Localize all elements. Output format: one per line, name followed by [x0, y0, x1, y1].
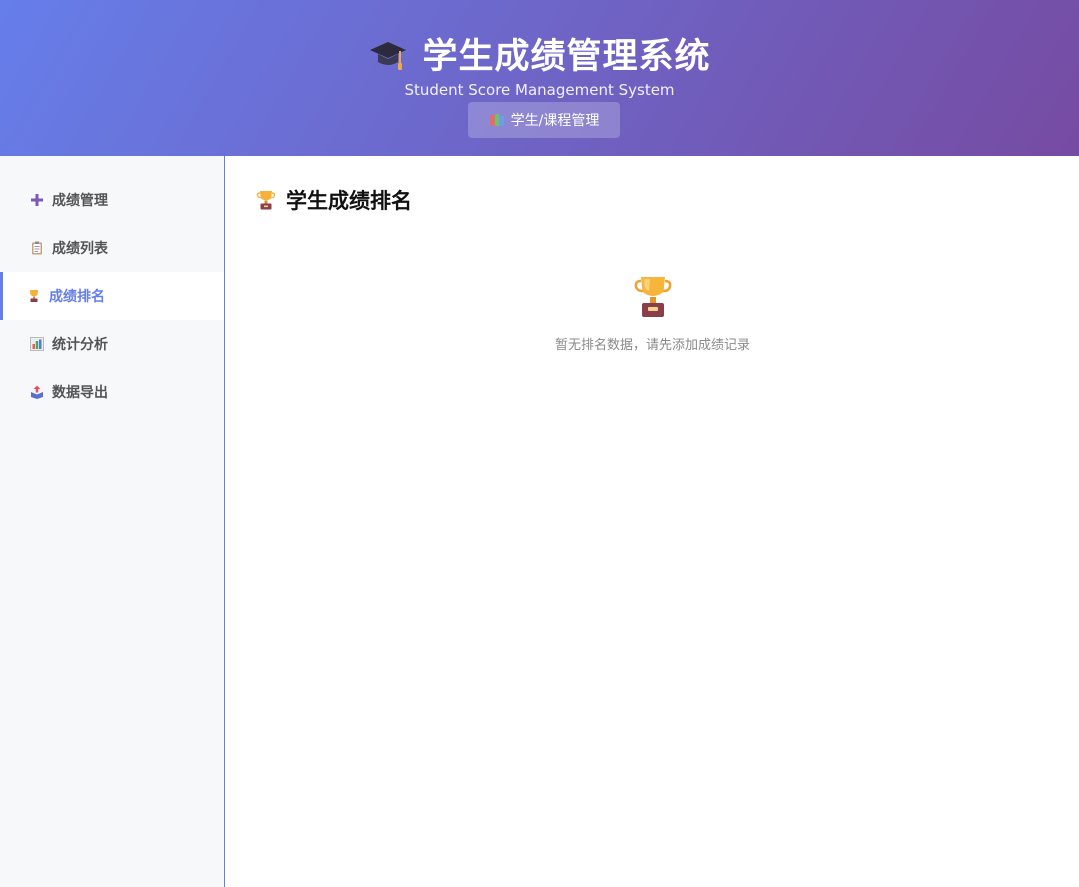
page-title-row: 学生成绩排名	[256, 185, 412, 215]
sidebar: 成绩管理 成绩列表 成绩排名 统计分析 数据导出	[0, 156, 225, 887]
page-title: 学生成绩排名	[286, 189, 412, 213]
sidebar-item-statistics[interactable]: 统计分析	[0, 320, 224, 368]
sidebar-item-score-ranking[interactable]: 成绩排名	[0, 272, 224, 320]
trophy-icon	[256, 189, 276, 211]
sidebar-item-data-export[interactable]: 数据导出	[0, 368, 224, 416]
sidebar-item-score-list[interactable]: 成绩列表	[0, 224, 224, 272]
sidebar-item-label: 成绩列表	[52, 241, 108, 257]
empty-trophy-icon	[633, 274, 673, 320]
graduation-cap-icon	[368, 34, 408, 74]
main-content: 学生成绩排名 暂无排名数据，请先添加成绩记录	[226, 156, 1079, 887]
books-icon	[489, 112, 505, 128]
sidebar-item-label: 统计分析	[52, 337, 108, 353]
title-row: 学生成绩管理系统	[0, 28, 1079, 79]
empty-state: 暂无排名数据，请先添加成绩记录	[226, 274, 1079, 353]
app-header: 学生成绩管理系统 Student Score Management System…	[0, 0, 1079, 156]
nav-button-label: 学生/课程管理	[510, 113, 600, 129]
plus-icon	[30, 193, 44, 207]
sidebar-item-label: 数据导出	[52, 385, 108, 401]
app-subtitle: Student Score Management System	[404, 81, 675, 99]
bar-chart-icon	[30, 337, 44, 351]
student-course-management-button[interactable]: 学生/课程管理	[468, 102, 620, 138]
sidebar-item-label: 成绩排名	[49, 289, 105, 305]
trophy-icon	[27, 289, 41, 303]
empty-message: 暂无排名数据，请先添加成绩记录	[554, 338, 750, 353]
sidebar-item-score-management[interactable]: 成绩管理	[0, 176, 224, 224]
export-box-icon	[30, 385, 44, 399]
clipboard-icon	[30, 241, 44, 255]
sidebar-item-label: 成绩管理	[52, 193, 108, 209]
app-title: 学生成绩管理系统	[422, 37, 711, 77]
